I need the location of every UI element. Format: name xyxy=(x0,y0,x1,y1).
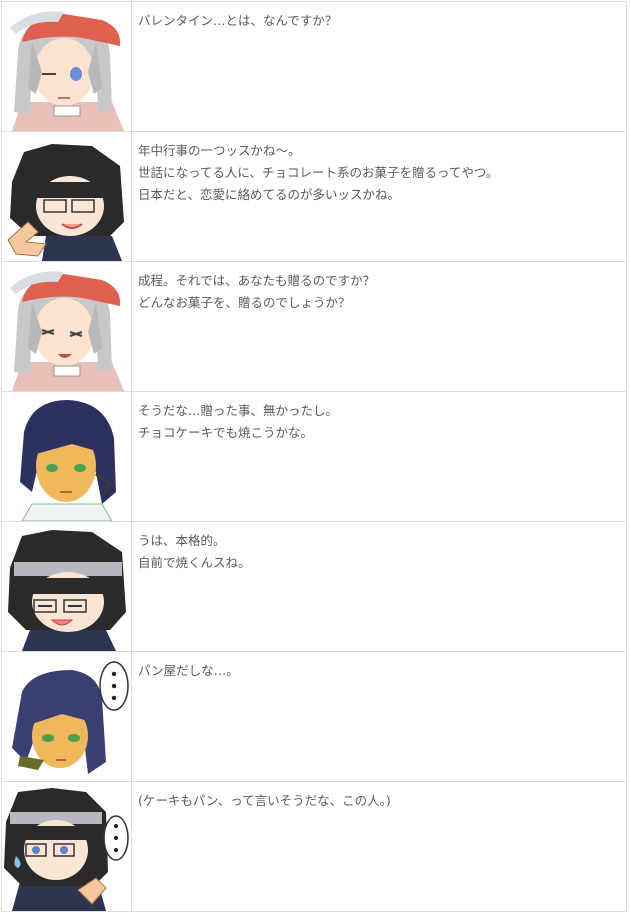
avatar xyxy=(1,391,132,522)
dialog-text: 年中行事の一つッスかね〜。 世話になってる人に、チョコレート系のお菓子を贈るって… xyxy=(131,131,627,262)
dialog-row: そうだな…贈った事、無かったし。 チョコケーキでも焼こうかな。 xyxy=(1,391,627,522)
dialog-text: パン屋だしな…。 xyxy=(131,651,627,782)
dialog-line: 自前で焼くんスね。 xyxy=(138,555,251,570)
dialog-row: パン屋だしな…。 xyxy=(1,651,627,782)
dialog-line: (ケーキもパン、って言いそうだな、この人。) xyxy=(138,793,391,808)
dialog-row: バレンタイン…とは、なんですか？ xyxy=(1,1,627,132)
avatar xyxy=(1,521,132,652)
avatar xyxy=(1,781,132,912)
black-haired-glasses-girl-smiling-avatar xyxy=(8,530,126,651)
dialog-line: 世話になってる人に、チョコレート系のお菓子を贈るってやつ。 xyxy=(138,165,499,180)
black-haired-glasses-girl-sweat-avatar xyxy=(4,788,129,911)
avatar xyxy=(1,651,132,782)
dialog-line: 日本だと、恋愛に絡めてるのが多いッスかね。 xyxy=(138,187,401,202)
avatar xyxy=(1,131,132,262)
dialog-line: どんなお菓子を、贈るのでしょうか？ xyxy=(138,295,351,310)
navy-haired-boy-thinking-avatar xyxy=(12,661,129,774)
dialog-text: うは、本格的。 自前で焼くんスね。 xyxy=(131,521,627,652)
dialog-row: 年中行事の一つッスかね〜。 世話になってる人に、チョコレート系のお菓子を贈るって… xyxy=(1,131,627,262)
dialog-text: (ケーキもパン、って言いそうだな、この人。) xyxy=(131,781,627,912)
dialog-line: うは、本格的。 xyxy=(138,533,226,548)
white-haired-girl-red-cap-avatar xyxy=(10,11,124,131)
dialog-row: うは、本格的。 自前で焼くんスね。 xyxy=(1,521,627,652)
dialog-line: バレンタイン…とは、なんですか？ xyxy=(138,13,338,28)
dialog-line: チョコケーキでも焼こうかな。 xyxy=(138,425,314,440)
black-haired-glasses-girl-pointing-avatar xyxy=(7,144,124,261)
dialog-table: バレンタイン…とは、なんですか？ 年中行事の一つッスかね〜。 世話になってる人に… xyxy=(1,1,627,912)
dialog-line: そうだな…贈った事、無かったし。 xyxy=(138,403,339,418)
white-haired-girl-red-cap-smiling-avatar xyxy=(10,271,124,391)
dialog-line: 年中行事の一つッスかね〜。 xyxy=(138,143,301,158)
avatar xyxy=(1,261,132,392)
dialog-text: そうだな…贈った事、無かったし。 チョコケーキでも焼こうかな。 xyxy=(131,391,627,522)
dialog-line: 成程。それでは、あなたも贈るのですか？ xyxy=(138,273,376,288)
dialog-text: 成程。それでは、あなたも贈るのですか？ どんなお菓子を、贈るのでしょうか？ xyxy=(131,261,627,392)
avatar xyxy=(1,1,132,132)
dialog-line: パン屋だしな…。 xyxy=(138,663,239,678)
dialog-row: 成程。それでは、あなたも贈るのですか？ どんなお菓子を、贈るのでしょうか？ xyxy=(1,261,627,392)
dialog-row: (ケーキもパン、って言いそうだな、この人。) xyxy=(1,781,627,912)
navy-haired-boy-avatar xyxy=(20,400,116,521)
dialog-text: バレンタイン…とは、なんですか？ xyxy=(131,1,627,132)
